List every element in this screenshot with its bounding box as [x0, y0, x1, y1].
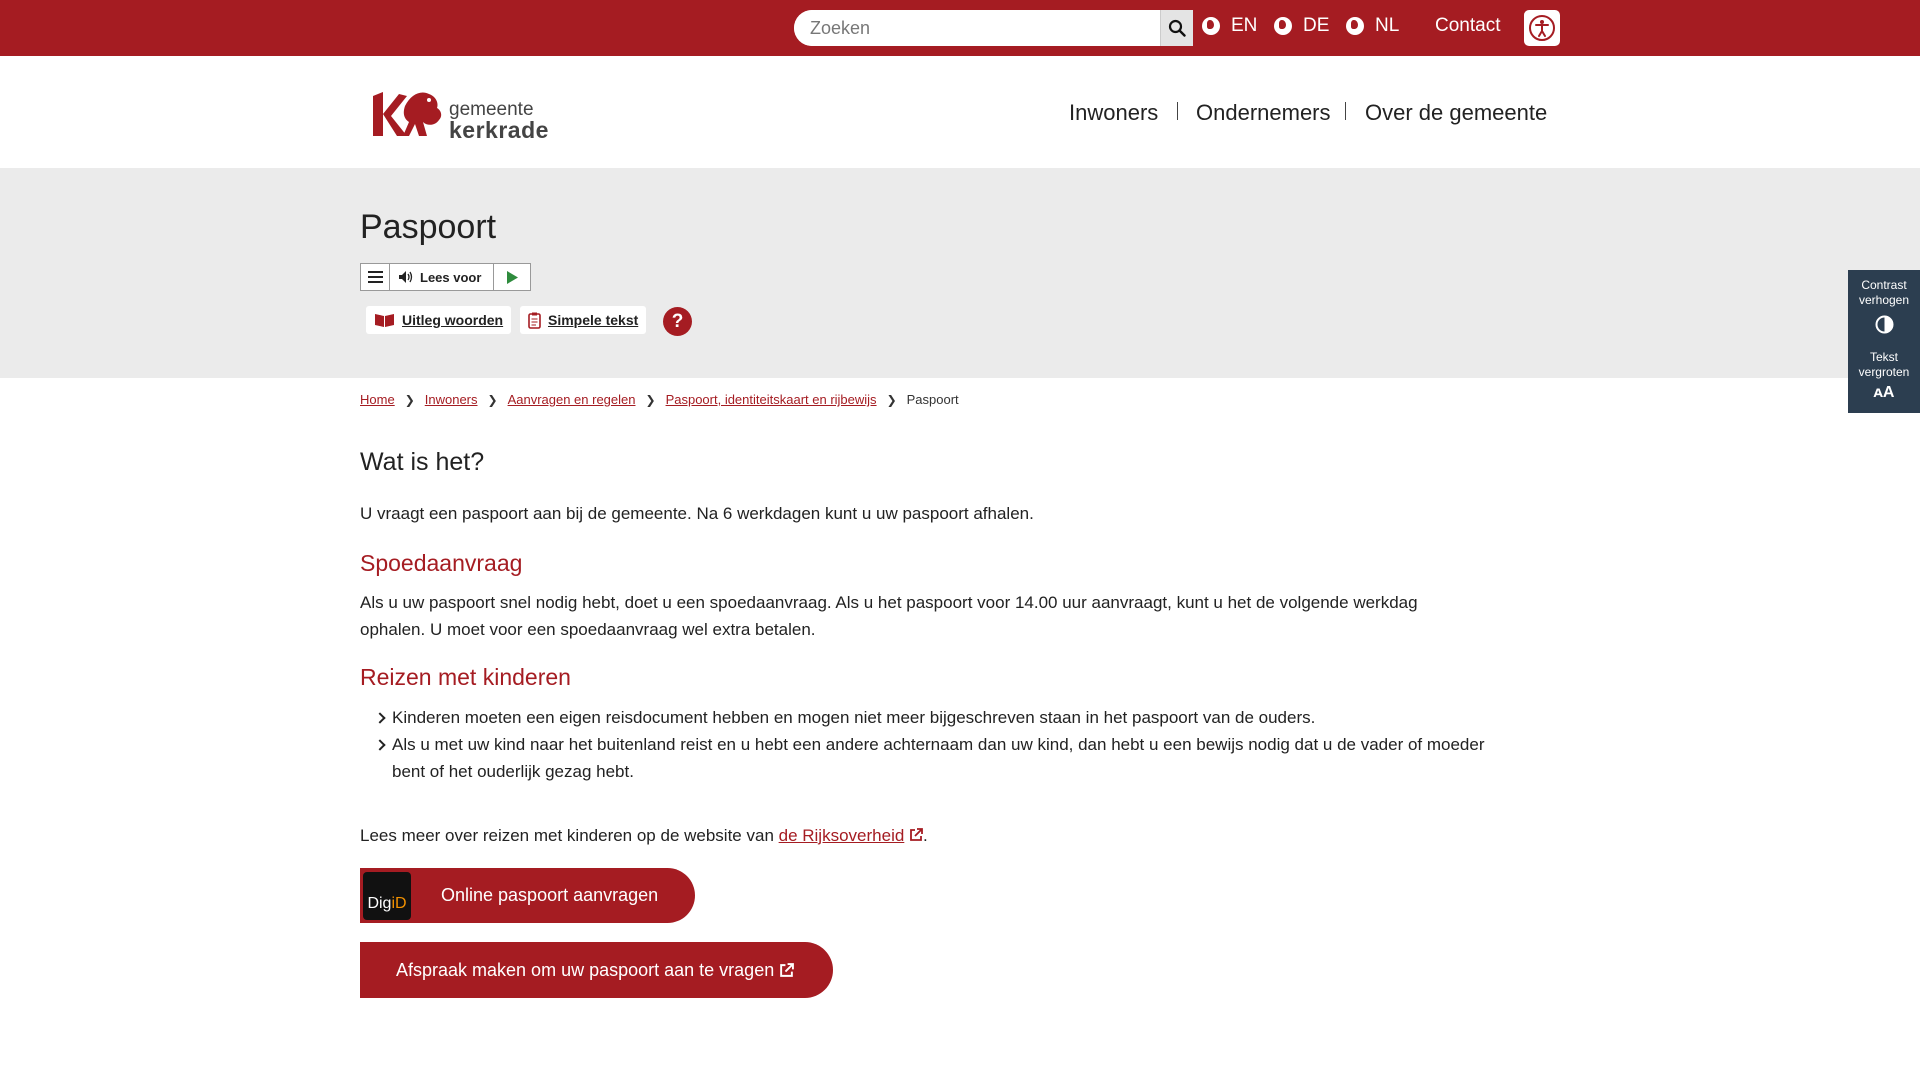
text-size-icon: ᴀA	[1873, 384, 1895, 401]
explain-words-button[interactable]: Uitleg woorden	[366, 306, 512, 334]
contrast-label-2: verhogen	[1858, 293, 1910, 307]
search-box	[794, 10, 1193, 46]
page-hero: Paspoort Lees voor Uitleg woorden Simpel…	[0, 168, 1920, 378]
breadcrumb-paspoort-id-rijbewijs[interactable]: Paspoort, identiteitskaart en rijbewijs	[666, 392, 877, 407]
nav-divider	[1177, 102, 1178, 120]
list-item: Als u met uw kind naar het buitenland re…	[374, 731, 1554, 758]
clipboard-icon	[528, 312, 541, 329]
digid-logo-text-1: Dig	[367, 894, 392, 912]
speaker-icon	[399, 271, 413, 283]
simple-text-label: Simpele tekst	[548, 312, 639, 328]
help-button[interactable]: ?	[663, 307, 692, 336]
logo-line-2: kerkrade	[449, 117, 549, 143]
lang-nl-link[interactable]: NL	[1346, 15, 1399, 37]
chevron-right-icon: ❯	[404, 392, 415, 407]
appointment-label: Afspraak maken om uw paspoort aan te vra…	[396, 959, 775, 980]
appointment-button[interactable]: Afspraak maken om uw paspoort aan te vra…	[360, 942, 833, 998]
section-heading-kids: Reizen met kinderen	[360, 664, 571, 690]
globe-icon	[1202, 17, 1220, 35]
online-passport-label: Online paspoort aanvragen	[441, 885, 659, 905]
list-item-continuation: bent of het ouderlijk gezag hebt.	[392, 762, 634, 781]
page-title: Paspoort	[360, 208, 497, 246]
search-input[interactable]	[794, 10, 1160, 46]
nav-divider	[1345, 102, 1346, 120]
read-aloud-bar: Lees voor	[360, 263, 531, 291]
lang-label: NL	[1375, 15, 1400, 36]
reader-menu-button[interactable]	[361, 264, 390, 290]
accessibility-icon	[1529, 15, 1555, 41]
digid-logo-icon: Dig iD	[363, 871, 411, 920]
search-icon	[1168, 19, 1186, 37]
play-icon	[507, 270, 518, 284]
breadcrumb-current: Paspoort	[906, 392, 959, 407]
more-prefix: Lees meer over reizen met kinderen op de…	[360, 826, 779, 845]
lang-de-link[interactable]: DE	[1274, 15, 1329, 37]
section-heading-spoed: Spoedaanvraag	[360, 550, 523, 576]
external-link-icon	[780, 962, 795, 977]
external-link-icon	[910, 828, 923, 841]
lang-en-link[interactable]: EN	[1202, 15, 1257, 37]
read-aloud-button[interactable]: Lees voor	[390, 264, 494, 290]
paragraph-more: Lees meer over reizen met kinderen op de…	[360, 822, 1560, 849]
list-item: Kinderen moeten een eigen reisdocument h…	[374, 704, 1554, 731]
contrast-label-1: Contrast	[1861, 278, 1907, 292]
more-suffix: .	[923, 826, 928, 845]
online-passport-button[interactable]: Dig iD Online paspoort aanvragen	[360, 868, 695, 923]
book-icon	[375, 314, 394, 327]
rijksoverheid-link[interactable]: de Rijksoverheid	[779, 826, 905, 845]
nav-ondernemers[interactable]: Ondernemers	[1196, 100, 1331, 126]
nav-inwoners[interactable]: Inwoners	[1069, 100, 1158, 126]
breadcrumb-aanvragen[interactable]: Aanvragen en regelen	[508, 392, 636, 407]
paragraph-what: U vraagt een paspoort aan bij de gemeent…	[360, 504, 1034, 523]
text-size-label-1: Tekst	[1869, 350, 1898, 364]
top-bar: EN DE NL Contact	[0, 0, 1920, 56]
breadcrumb-home[interactable]: Home	[360, 392, 395, 407]
chevron-right-icon: ❯	[487, 392, 498, 407]
globe-icon	[1274, 17, 1292, 35]
contrast-icon	[1875, 315, 1893, 334]
lang-label: DE	[1303, 15, 1330, 36]
globe-icon	[1346, 17, 1364, 35]
contact-link[interactable]: Contact	[1435, 15, 1500, 37]
lang-label: EN	[1231, 15, 1258, 36]
logo-text: gemeente kerkrade	[449, 100, 549, 142]
search-button[interactable]	[1160, 10, 1193, 46]
explain-words-label: Uitleg woorden	[402, 312, 504, 328]
section-heading-what: Wat is het?	[360, 448, 485, 476]
read-aloud-label: Lees voor	[420, 269, 482, 285]
paragraph-spoed-1: Als u uw paspoort snel nodig hebt, doet …	[360, 593, 1418, 612]
text-size-label-2: vergroten	[1858, 365, 1910, 379]
chevron-right-icon: ❯	[886, 392, 897, 407]
kerkrade-lion-logo-icon	[373, 92, 442, 136]
play-button[interactable]	[494, 264, 530, 290]
digid-logo-text-2: iD	[391, 894, 407, 912]
nav-over-de-gemeente[interactable]: Over de gemeente	[1365, 100, 1547, 126]
site-logo[interactable]: gemeente kerkrade	[369, 86, 549, 142]
simple-text-button[interactable]: Simpele tekst	[520, 306, 647, 334]
breadcrumb: Home ❯ Inwoners ❯ Aanvragen en regelen ❯…	[360, 392, 959, 407]
accessibility-button[interactable]	[1524, 10, 1560, 46]
site-header: gemeente kerkrade Inwoners Ondernemers O…	[0, 56, 1920, 168]
chevron-right-icon: ❯	[645, 392, 656, 407]
accessibility-side-panel: Contrast verhogen Tekst vergroten ᴀA	[1848, 270, 1920, 413]
breadcrumb-inwoners[interactable]: Inwoners	[425, 392, 478, 407]
paragraph-spoed-2: ophalen. U moet voor een spoedaanvraag w…	[360, 620, 816, 639]
